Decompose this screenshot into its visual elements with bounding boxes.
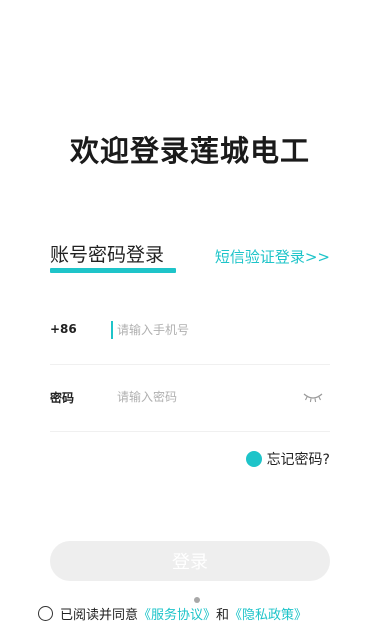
- password-input[interactable]: [114, 386, 297, 408]
- service-agreement-link[interactable]: 《服务协议》: [138, 604, 216, 623]
- dot-icon: [245, 451, 262, 467]
- agreement-checkbox[interactable]: [38, 605, 53, 621]
- eye-closed-icon[interactable]: [302, 390, 324, 404]
- country-code-label: +86: [50, 322, 77, 336]
- password-row: 密码: [50, 378, 330, 418]
- text-caret: [111, 321, 113, 339]
- phone-input[interactable]: [114, 319, 297, 341]
- password-label: 密码: [50, 391, 75, 405]
- divider: [50, 431, 330, 432]
- page-title: 欢迎登录莲城电工: [69, 134, 310, 168]
- phone-row: +86: [50, 311, 330, 351]
- agreement-conjunction: 和: [216, 607, 230, 623]
- forgot-password-link[interactable]: 忘记密码?: [245, 449, 330, 469]
- privacy-policy-link[interactable]: 《隐私政策》: [229, 604, 307, 623]
- login-button[interactable]: 登录: [50, 541, 330, 581]
- tab-password-login[interactable]: 账号密码登录: [50, 240, 164, 267]
- agreement-row: 已阅读并同意 《服务协议》 和 《隐私政策》: [38, 603, 307, 623]
- agreement-prefix: 已阅读并同意: [60, 607, 139, 623]
- forgot-password-label: 忘记密码?: [266, 452, 330, 468]
- divider: [50, 364, 330, 365]
- tab-active-indicator: [50, 268, 176, 273]
- tab-sms-login[interactable]: 短信验证登录>>: [215, 246, 330, 267]
